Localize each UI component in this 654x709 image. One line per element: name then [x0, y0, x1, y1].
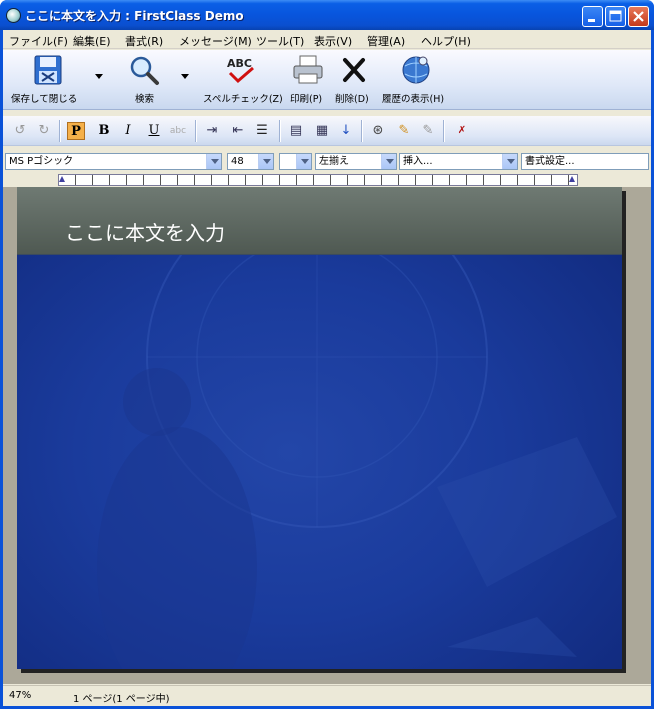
- slide-title[interactable]: ここに本文を入力: [65, 217, 225, 246]
- zoom-level: 47%: [9, 690, 32, 701]
- spell-check-label: スペルチェック(Z): [203, 94, 283, 105]
- format-settings-value: 書式設定...: [525, 156, 575, 167]
- search-icon: [130, 56, 159, 85]
- font-select-value: MS Pゴシック: [9, 156, 74, 167]
- separator: [279, 120, 281, 142]
- ruler-strip[interactable]: [58, 174, 578, 186]
- align-value: 左揃え: [319, 156, 349, 167]
- status-bar: 47% 1 ページ(1 ページ中): [3, 685, 651, 706]
- search-label: 検索: [135, 94, 155, 105]
- highlight-brush-icon[interactable]: ✎: [395, 122, 413, 140]
- font-select[interactable]: MS Pゴシック: [5, 153, 222, 170]
- minimize-button[interactable]: [582, 6, 603, 27]
- menu-format[interactable]: 書式(R): [125, 33, 163, 49]
- down-arrow-icon[interactable]: ↓: [337, 122, 355, 140]
- close-icon: [633, 11, 644, 22]
- menu-edit[interactable]: 編集(E): [73, 33, 111, 49]
- chevron-down-icon[interactable]: [206, 154, 221, 169]
- link-globe-icon[interactable]: ⊛: [369, 122, 387, 140]
- ruler[interactable]: [3, 174, 651, 187]
- clear-format-icon[interactable]: ✗: [453, 122, 471, 140]
- close-button[interactable]: [628, 6, 649, 27]
- floppy-icon: [34, 55, 62, 85]
- indent-increase-icon[interactable]: ⇥: [203, 122, 221, 140]
- bullet-list-icon[interactable]: ☰: [253, 122, 271, 140]
- bold-button[interactable]: B: [95, 122, 113, 140]
- slide-page[interactable]: ここに本文を入力: [17, 187, 622, 669]
- slide-background-art: [97, 187, 617, 669]
- menu-bar: ファイル(F) 編集(E) 書式(R) メッセージ(M) ツール(T) 表示(V…: [3, 30, 651, 49]
- insert-table-icon[interactable]: ▦: [313, 122, 331, 140]
- separator: [59, 120, 61, 142]
- window-title: ここに本文を入力 : FirstClass Demo: [25, 9, 244, 23]
- chevron-down-icon[interactable]: [296, 154, 311, 169]
- chevron-down-icon[interactable]: [502, 154, 517, 169]
- maximize-icon: [609, 10, 622, 22]
- insert-line-icon[interactable]: ▤: [287, 122, 305, 140]
- minimize-icon: [588, 19, 595, 22]
- spell-check-icon: ABC: [227, 57, 254, 84]
- underline-button[interactable]: U: [145, 122, 163, 140]
- italic-button[interactable]: I: [119, 122, 137, 140]
- style-select[interactable]: [279, 153, 312, 170]
- delete-x-icon: [343, 58, 365, 82]
- menu-help[interactable]: ヘルプ(H): [421, 33, 471, 49]
- menu-admin[interactable]: 管理(A): [367, 33, 405, 49]
- svg-text:ABC: ABC: [227, 57, 252, 70]
- page-count: 1 ページ(1 ページ中): [73, 694, 170, 705]
- window-client: ファイル(F) 編集(E) 書式(R) メッセージ(M) ツール(T) 表示(V…: [3, 30, 651, 706]
- undo-icon[interactable]: ↺: [11, 122, 29, 140]
- font-format-bar: MS Pゴシック 48 左揃え 挿入... 書式設定...: [3, 151, 651, 173]
- paragraph-button[interactable]: P: [67, 122, 85, 140]
- maximize-button[interactable]: [605, 6, 626, 27]
- indent-decrease-icon[interactable]: ⇤: [229, 122, 247, 140]
- paint-brush-icon[interactable]: ✎: [419, 122, 437, 140]
- format-settings-select[interactable]: 書式設定...: [521, 153, 649, 170]
- delete-label: 削除(D): [335, 94, 369, 105]
- history-label: 履歴の表示(H): [382, 94, 445, 105]
- redo-icon[interactable]: ↻: [35, 122, 53, 140]
- separator: [443, 120, 445, 142]
- align-select[interactable]: 左揃え: [315, 153, 397, 170]
- font-size-select[interactable]: 48: [227, 153, 274, 170]
- menu-view[interactable]: 表示(V): [314, 33, 352, 49]
- title-bar[interactable]: ここに本文を入力 : FirstClass Demo: [0, 0, 654, 30]
- search-dropdown-arrow[interactable]: [181, 74, 189, 79]
- document-canvas[interactable]: ここに本文を入力: [3, 187, 651, 684]
- chevron-down-icon[interactable]: [258, 154, 273, 169]
- font-size-value: 48: [231, 156, 244, 167]
- menu-message[interactable]: メッセージ(M): [179, 33, 252, 49]
- left-indent-marker[interactable]: [59, 176, 65, 182]
- separator: [195, 120, 197, 142]
- insert-value: 挿入...: [403, 156, 433, 167]
- main-toolbar: 保存して閉じる 検索 ABC スペルチェック(Z) 印刷(P) 削除(D) 履歴…: [3, 50, 651, 110]
- printer-icon: [293, 55, 323, 84]
- app-icon[interactable]: [6, 8, 21, 23]
- chevron-down-icon[interactable]: [381, 154, 396, 169]
- strikethrough-icon[interactable]: abc: [169, 122, 187, 140]
- app-window: ここに本文を入力 : FirstClass Demo ファイル(F) 編集(E)…: [0, 0, 654, 709]
- separator: [361, 120, 363, 142]
- insert-select[interactable]: 挿入...: [399, 153, 518, 170]
- menu-file[interactable]: ファイル(F): [9, 33, 68, 49]
- save-close-label: 保存して閉じる: [11, 94, 78, 105]
- save-dropdown-arrow[interactable]: [95, 74, 103, 79]
- format-toolbar: ↺ ↻ P B I U abc ⇥ ⇤ ☰ ▤ ▦ ↓ ⊛ ✎ ✎ ✗: [3, 116, 651, 146]
- menu-tools[interactable]: ツール(T): [256, 33, 304, 49]
- history-globe-icon: [402, 56, 430, 84]
- print-label: 印刷(P): [290, 94, 323, 105]
- right-indent-marker[interactable]: [569, 176, 575, 182]
